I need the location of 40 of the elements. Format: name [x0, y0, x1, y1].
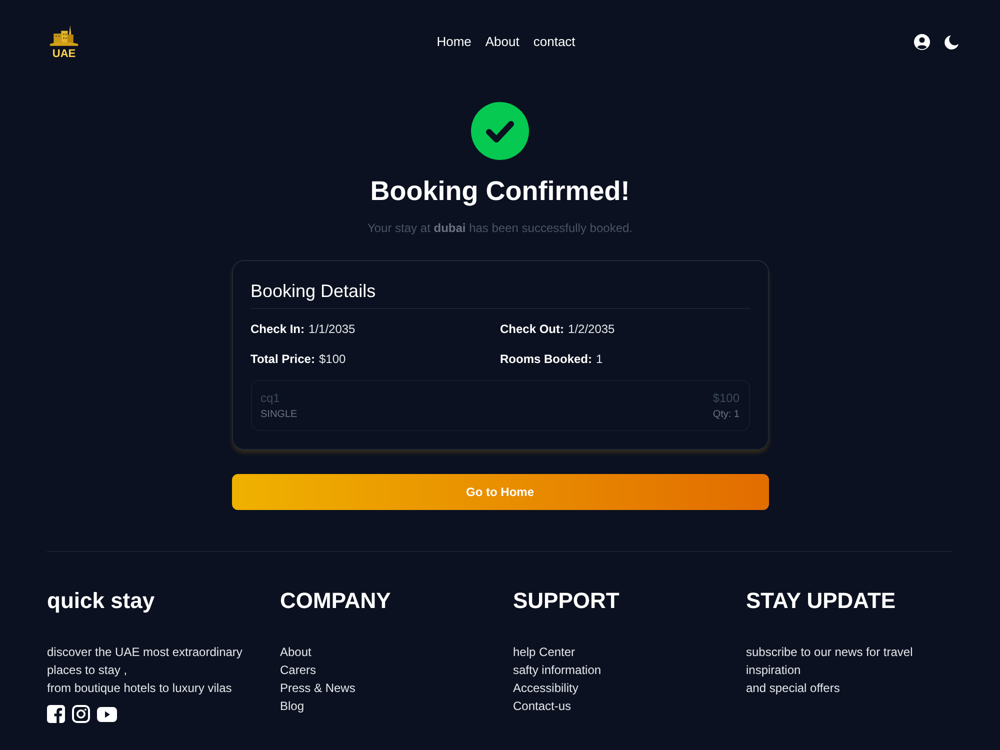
confirmation-message: Your stay at dubai has been successfully booked. — [367, 220, 633, 236]
detail-label: Rooms Booked: — [500, 351, 592, 367]
footer-link[interactable]: Accessibility — [513, 681, 578, 695]
nav-link[interactable]: About — [485, 34, 520, 50]
detail-label: Total Price: — [250, 351, 315, 367]
detail-label: Check In: — [250, 321, 305, 337]
nav-link[interactable]: Home — [436, 34, 472, 50]
card-title: Booking Details — [250, 279, 750, 309]
footer-link[interactable]: Blog — [280, 699, 304, 713]
building-icon — [48, 24, 80, 46]
footer-link[interactable]: Contact-us — [513, 699, 572, 713]
footer-heading: COMPANY — [280, 587, 392, 615]
nav-link[interactable]: contact — [533, 34, 576, 50]
footer-heading: STAY UPDATE — [746, 587, 897, 615]
moon-icon[interactable] — [944, 34, 959, 50]
footer-description: discover the UAE most extraordinary places to stay , from boutique hotels to luxury vilas — [47, 644, 244, 697]
footer-heading: SUPPORT — [513, 587, 620, 615]
footer-link[interactable]: help Center — [513, 645, 576, 659]
youtube-icon[interactable] — [97, 706, 117, 722]
detail-value: 1 — [596, 351, 603, 367]
room-name: cq1 — [260, 390, 280, 407]
user-icon[interactable] — [914, 34, 930, 50]
logo-text: UAE — [52, 48, 76, 60]
room-price: $100 — [712, 390, 740, 407]
detail-label: Check Out: — [500, 321, 564, 337]
detail-value: 1/1/2035 — [308, 321, 356, 337]
newsletter-text: subscribe to our news for travel inspiration and special offers — [746, 644, 914, 697]
room-quantity: Qty: 1 — [712, 408, 740, 422]
footer-link[interactable]: Carers — [280, 663, 316, 677]
footer-link[interactable]: About — [280, 645, 312, 659]
footer-heading: quick stay — [47, 587, 156, 615]
detail-value: 1/2/2035 — [568, 321, 615, 337]
footer-link[interactable]: safty information — [513, 663, 602, 677]
check-circle-icon — [471, 102, 529, 160]
instagram-icon[interactable] — [72, 705, 90, 723]
confirmation-title: Booking Confirmed! — [370, 175, 630, 208]
facebook-icon[interactable] — [47, 705, 65, 723]
room-type: SINGLE — [260, 408, 298, 422]
footer-link[interactable]: Press & News — [280, 681, 356, 695]
detail-value: $100 — [318, 351, 346, 367]
